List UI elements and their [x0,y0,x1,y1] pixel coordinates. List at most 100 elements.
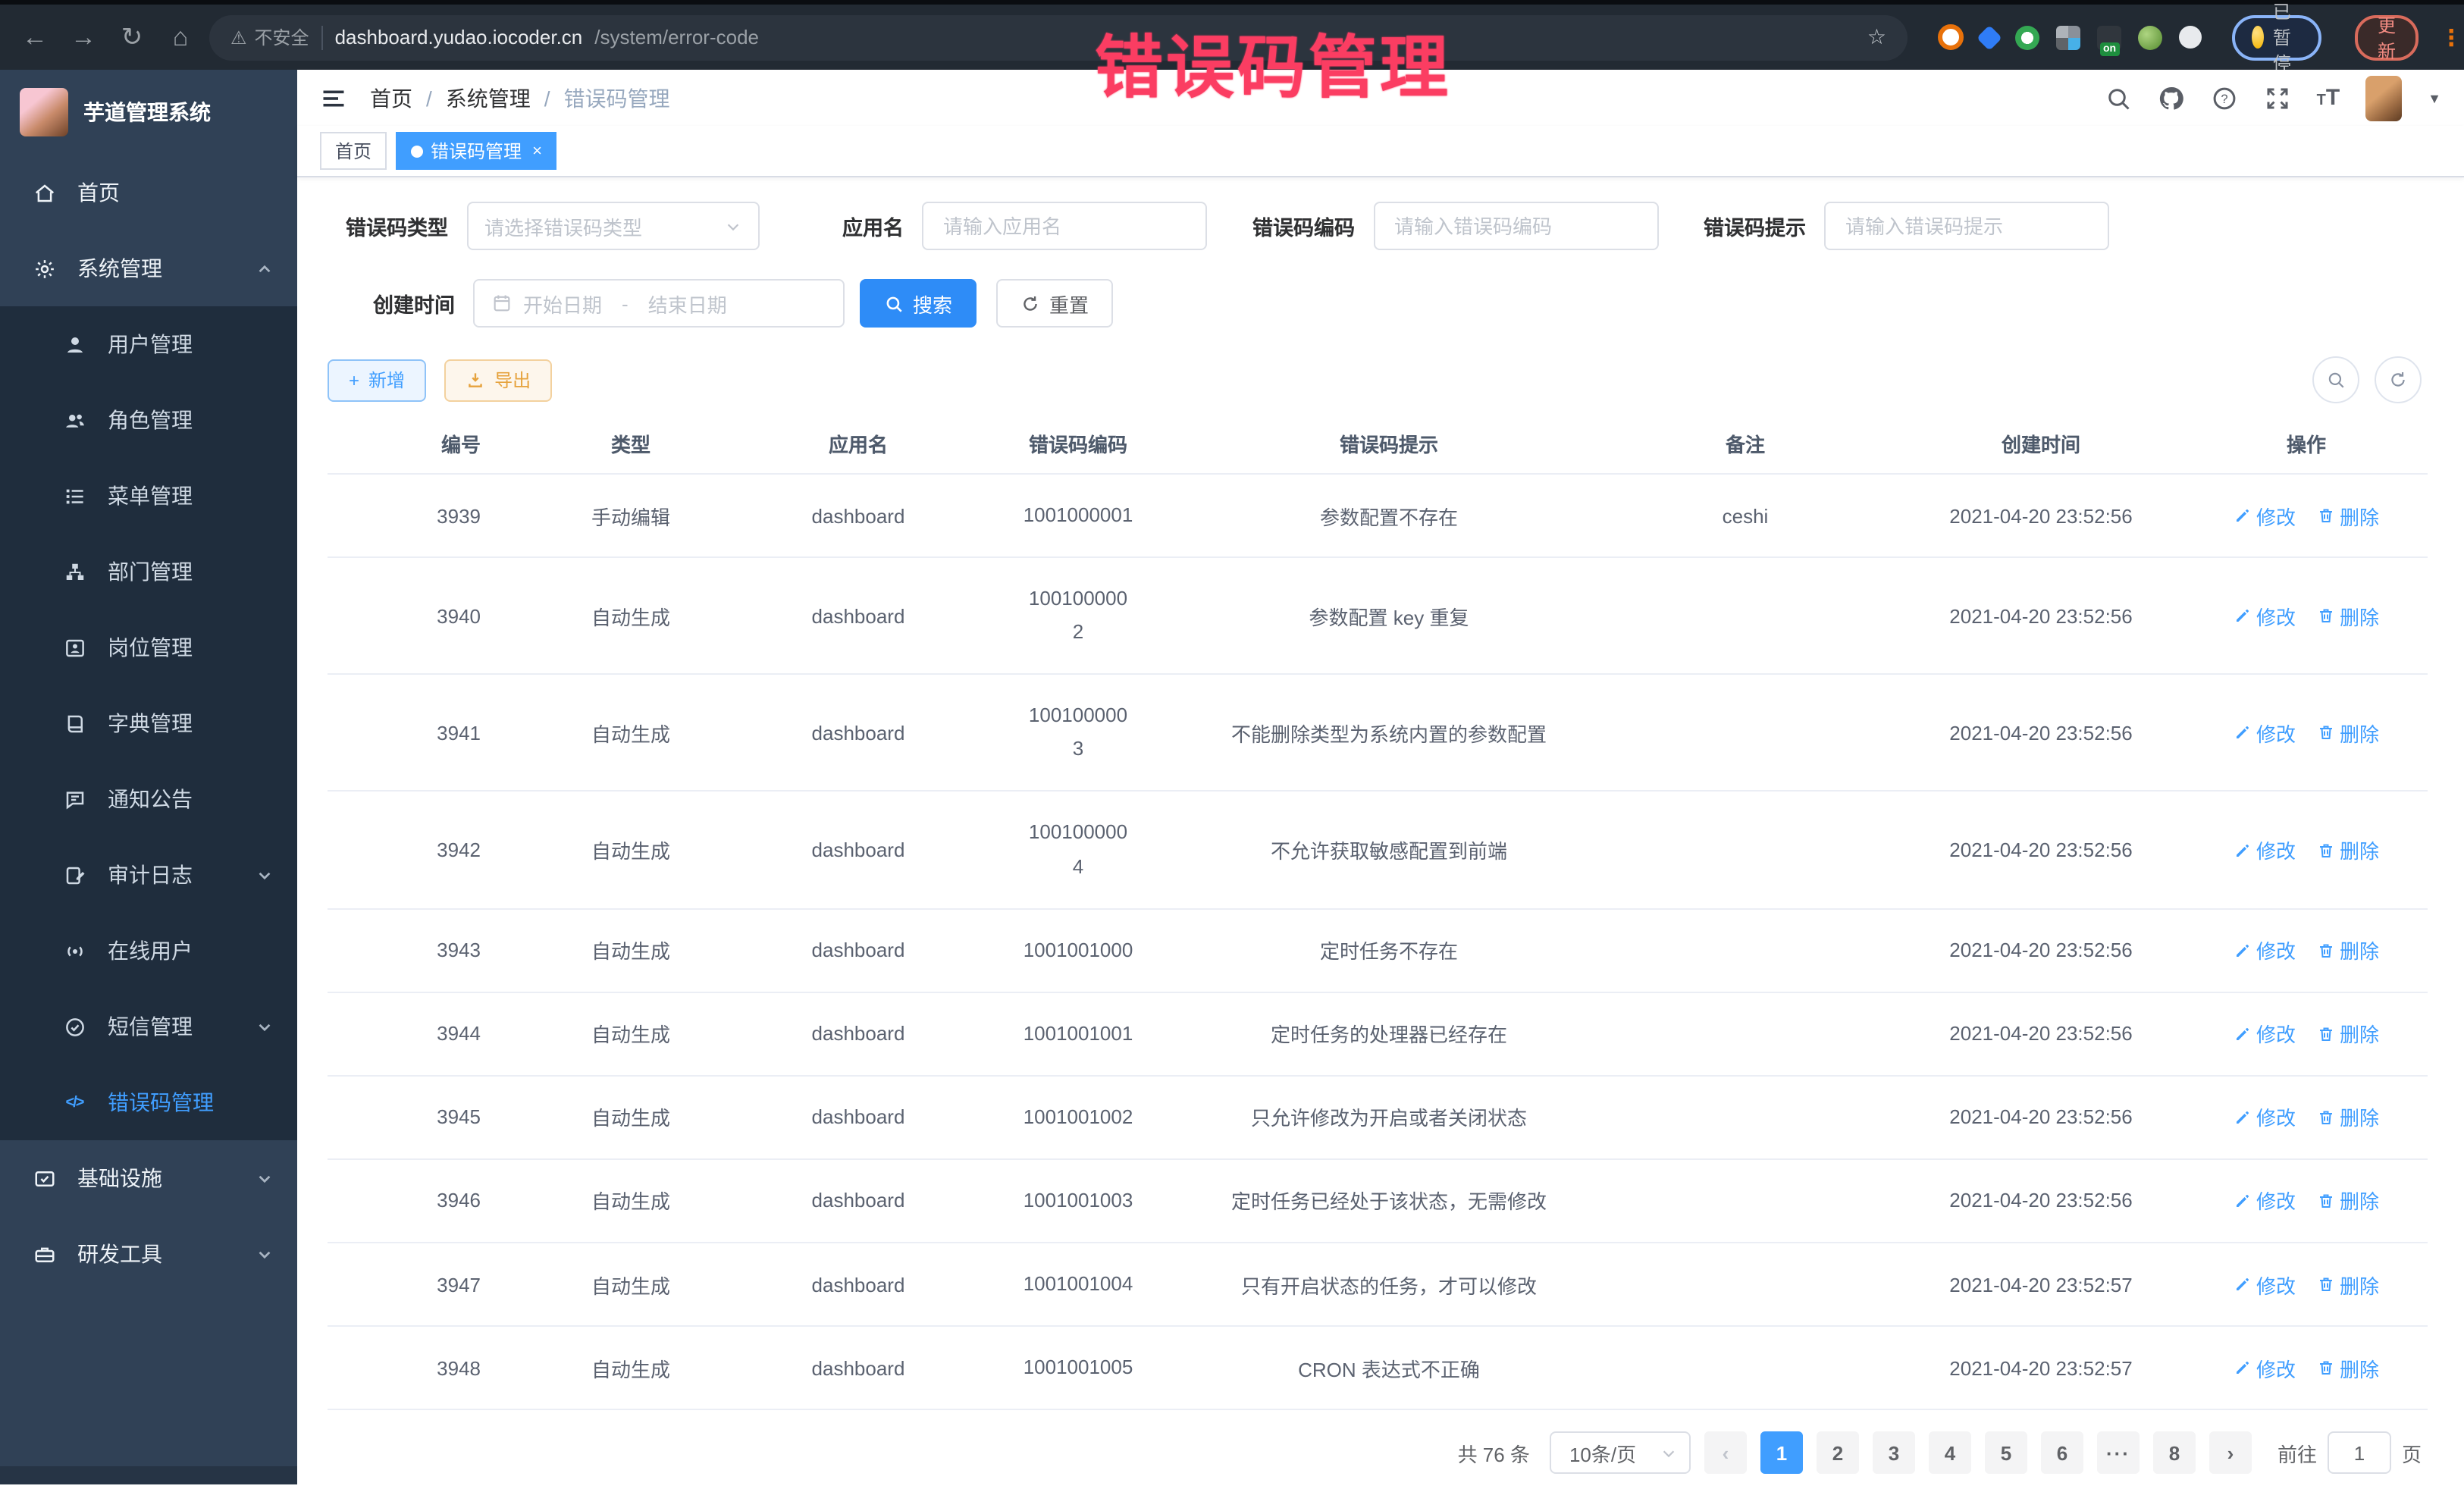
cell-type: 自动生成 [517,557,745,674]
edit-button[interactable]: 修改 [2234,936,2296,964]
puzzle-extensions-icon[interactable] [2179,26,2202,49]
export-button[interactable]: 导出 [444,359,552,401]
extension-icon[interactable] [1938,24,1964,50]
delete-button[interactable]: 删除 [2317,835,2379,864]
browser-menu-icon[interactable]: ⋮ [2440,24,2462,51]
reload-icon[interactable]: ↻ [112,22,152,52]
sidebar-item[interactable]: 首页 [0,155,297,230]
extension-icon[interactable]: on [2097,25,2121,49]
edit-button[interactable]: 修改 [2234,835,2296,864]
page-button[interactable]: 5 [1985,1431,2027,1474]
next-page-button[interactable]: › [2209,1431,2252,1474]
goto-page-input[interactable] [2329,1440,2390,1465]
github-icon[interactable] [2158,84,2185,111]
delete-button[interactable]: 删除 [2317,719,2379,748]
extension-icon[interactable] [2056,25,2080,49]
delete-button[interactable]: 删除 [2317,1103,2379,1132]
page-button[interactable]: 6 [2041,1431,2083,1474]
fullscreen-icon[interactable] [2264,84,2291,111]
extension-icon[interactable] [1977,24,2002,50]
sidebar-item[interactable]: 角色管理 [0,382,297,458]
cell-id: 3943 [328,908,517,992]
cell-id: 3946 [328,1159,517,1243]
close-tag-icon[interactable]: × [532,142,542,160]
edit-label: 修改 [2256,1020,2296,1049]
delete-button[interactable]: 删除 [2317,1186,2379,1215]
search-label: 搜索 [913,289,952,318]
bookmark-star-icon[interactable]: ☆ [1867,24,1886,50]
font-size-icon[interactable]: TT [2317,85,2340,111]
user-avatar[interactable] [2365,75,2402,121]
sidebar-item[interactable]: 菜单管理 [0,458,297,534]
sidebar-item[interactable]: </>错误码管理 [0,1064,297,1140]
sidebar-item[interactable]: 在线用户 [0,913,297,989]
chrome-update-button[interactable]: 更新 [2355,14,2419,60]
sidebar-item[interactable]: 用户管理 [0,306,297,382]
reset-button[interactable]: 重置 [996,279,1113,328]
error-hint-input[interactable] [1842,213,2091,239]
address-bar[interactable]: ⚠ 不安全 dashboard.yudao.iocoder.cn/system/… [209,14,1908,60]
edit-button[interactable]: 修改 [2234,1103,2296,1132]
sidebar-item[interactable]: 审计日志 [0,837,297,913]
sidebar-item[interactable]: 部门管理 [0,534,297,610]
refresh-table-button[interactable] [2375,356,2422,403]
sidebar-item[interactable]: 通知公告 [0,761,297,837]
prev-page-button[interactable]: ‹ [1704,1431,1747,1474]
edit-button[interactable]: 修改 [2234,719,2296,748]
sidebar-item[interactable]: 系统管理 [0,230,297,306]
back-icon[interactable]: ← [15,22,55,52]
hamburger-icon[interactable] [320,84,347,111]
search-icon[interactable] [2105,84,2132,111]
page-button[interactable]: 1 [1760,1431,1803,1474]
sidebar-item[interactable]: 岗位管理 [0,610,297,685]
delete-button[interactable]: 删除 [2317,1270,2379,1299]
view-tag[interactable]: 错误码管理× [396,132,557,170]
profile-paused-badge[interactable]: 已暂停 [2232,14,2321,60]
edit-button[interactable]: 修改 [2234,1186,2296,1215]
home-icon[interactable]: ⌂ [161,22,200,52]
tools-icon [30,1243,58,1265]
delete-button[interactable]: 删除 [2317,1353,2379,1382]
edit-button[interactable]: 修改 [2234,1020,2296,1049]
delete-button[interactable]: 删除 [2317,1020,2379,1049]
edit-button[interactable]: 修改 [2234,601,2296,630]
delete-button[interactable]: 删除 [2317,936,2379,964]
forward-icon[interactable]: → [64,22,103,52]
page-button[interactable]: 4 [1929,1431,1971,1474]
delete-button[interactable]: 删除 [2317,501,2379,530]
url-host: dashboard.yudao.iocoder.cn [335,26,583,49]
delete-button[interactable]: 删除 [2317,601,2379,630]
error-code-input[interactable] [1391,213,1640,239]
sidebar-item[interactable]: 短信管理 [0,989,297,1064]
edit-button[interactable]: 修改 [2234,1270,2296,1299]
view-tag[interactable]: 首页 [320,132,387,170]
edit-button[interactable]: 修改 [2234,501,2296,530]
breadcrumb-item[interactable]: 首页 [370,83,412,113]
sidebar-item[interactable]: 研发工具 [0,1216,297,1292]
add-button[interactable]: + 新增 [328,359,426,401]
more-pages-button[interactable]: ··· [2097,1431,2140,1474]
help-icon[interactable]: ? [2211,84,2238,111]
app-name-input[interactable] [940,213,1189,239]
extension-icon[interactable] [2138,25,2162,49]
date-range-picker[interactable]: 开始日期 - 结束日期 [473,279,845,328]
cell-app: dashboard [745,675,972,792]
extension-icon[interactable] [2015,25,2039,49]
sidebar-item-label: 岗位管理 [108,632,193,663]
breadcrumb-item[interactable]: 系统管理 [446,83,531,113]
error-type-select[interactable]: 请选择错误码类型 [466,202,759,250]
search-button[interactable]: 搜索 [860,279,977,328]
toggle-search-button[interactable] [2312,356,2359,403]
app-title: 芋道管理系统 [83,97,211,127]
not-secure-warning[interactable]: ⚠ 不安全 [230,24,309,50]
edit-button[interactable]: 修改 [2234,1353,2296,1382]
page-size-select[interactable]: 10条/页 [1550,1431,1691,1474]
sidebar-item[interactable]: 基础设施 [0,1140,297,1216]
caret-down-icon[interactable]: ▼ [2428,90,2441,105]
page-button[interactable]: 2 [1817,1431,1859,1474]
sidebar-item[interactable]: 字典管理 [0,685,297,761]
sidebar-logo[interactable]: 芋道管理系统 [0,70,297,155]
page-button[interactable]: 8 [2153,1431,2196,1474]
page-button[interactable]: 3 [1873,1431,1915,1474]
cell-memo [1594,1326,1897,1409]
